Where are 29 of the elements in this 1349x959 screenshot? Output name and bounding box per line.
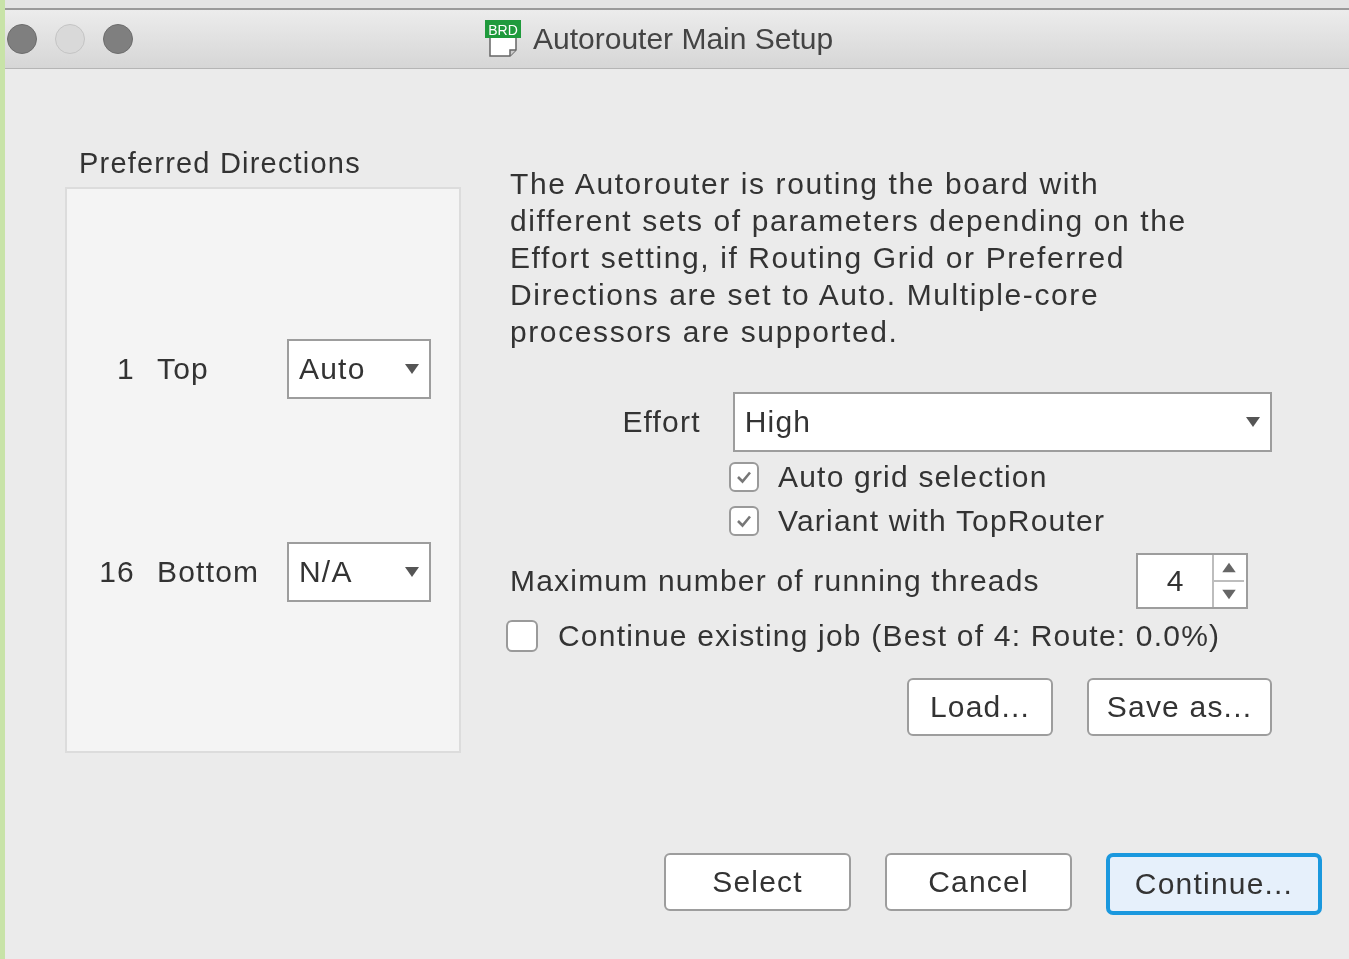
- layer-number: 1: [116, 352, 135, 386]
- checkbox[interactable]: [729, 506, 759, 536]
- description-text: The Autorouter is routing the board with different sets of parameters depending on the Effort setting, if Routing Grid or Preferred Directions are set to Auto. Multiple-core processors are supported.: [510, 166, 1188, 350]
- dialog-button[interactable]: Select: [664, 853, 851, 911]
- dropdown-arrow-icon: [405, 567, 419, 577]
- checkbox-label: Variant with TopRouter: [778, 504, 1106, 538]
- file-button[interactable]: Load...: [907, 678, 1053, 736]
- window-title: Autorouter Main Setup: [533, 22, 834, 56]
- checkbox[interactable]: [506, 620, 538, 652]
- checkbox[interactable]: [729, 462, 759, 492]
- checkbox-label: Auto grid selection: [778, 460, 1048, 494]
- layer-name: Top: [156, 352, 210, 386]
- direction-dropdown[interactable]: N/A: [287, 542, 431, 602]
- effort-dropdown[interactable]: High: [732, 392, 1272, 452]
- zoom-button[interactable]: [103, 24, 133, 54]
- dropdown-arrow-icon: [405, 364, 419, 374]
- layer-name: Bottom: [156, 555, 261, 589]
- effort-label: Effort: [621, 405, 702, 439]
- file-button[interactable]: Save as...: [1087, 678, 1272, 736]
- dialog-button[interactable]: Continue...: [1106, 853, 1322, 915]
- close-button[interactable]: [7, 24, 37, 54]
- dialog-button[interactable]: Cancel: [885, 853, 1072, 911]
- checkbox-label: Continue existing job (Best of 4: Route: 0.0%): [558, 619, 1221, 653]
- threads-spinner[interactable]: 4: [1136, 553, 1248, 609]
- threads-label: Maximum number of running threads: [510, 564, 1041, 598]
- group-title: Preferred Directions: [79, 147, 362, 181]
- layer-number: 16: [98, 555, 135, 589]
- dropdown-arrow-icon: [1246, 417, 1260, 427]
- direction-dropdown[interactable]: Auto: [287, 339, 431, 399]
